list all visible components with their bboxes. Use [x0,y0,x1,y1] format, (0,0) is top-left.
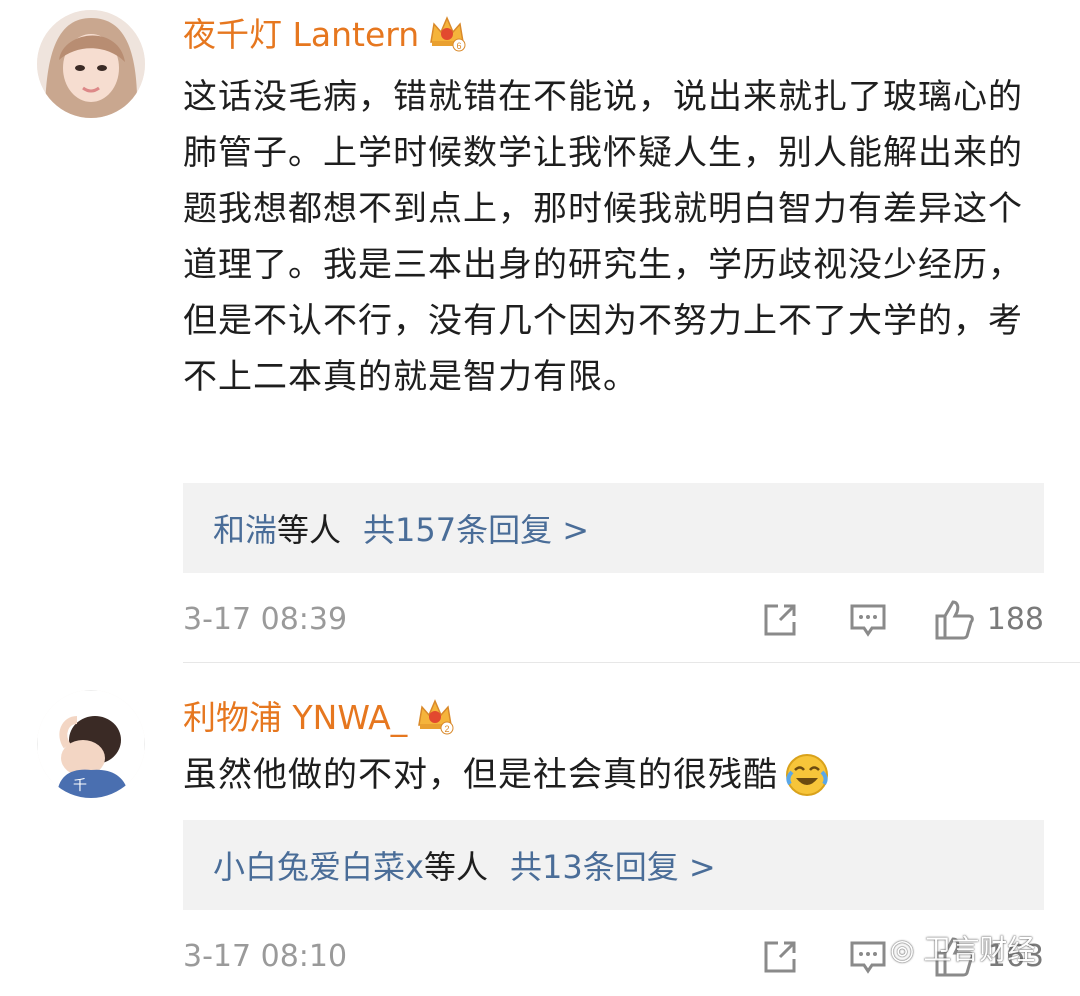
username[interactable]: 利物浦 YNWA_ [183,691,407,739]
reply-summary[interactable]: 和湍 等人 共157条回复 > [183,483,1044,573]
share-icon[interactable] [758,935,802,979]
reply-count-link[interactable]: 共157条回复 > [363,505,589,551]
svg-text:千: 千 [73,777,87,793]
username[interactable]: 夜千灯 Lantern [183,8,419,56]
laugh-cry-emoji-icon [784,752,830,798]
comment-icon[interactable] [846,598,890,642]
watermark: ◎ 卫言财经 [890,928,1035,968]
share-icon[interactable] [758,598,802,642]
username-row: 利物浦 YNWA_ 2 [183,693,455,737]
comment-text: 这话没毛病，错就错在不能说，说出来就扎了玻璃心的肺管子。上学时候数学让我怀疑人生… [183,77,1023,397]
crown-badge-icon: 6 [427,12,467,52]
watermark-text: 卫言财经 [923,933,1036,966]
reply-summary[interactable]: 小白兔爱白菜x 等人 共13条回复 > [183,820,1044,910]
like-icon[interactable] [933,598,977,642]
like-count: 188 [986,602,1044,637]
reply-count-link[interactable]: 共13条回复 > [510,842,716,888]
username-row: 夜千灯 Lantern 6 [183,10,467,54]
user-avatar[interactable] [37,10,145,118]
comment-meta: 3-17 08:39 188 [183,598,1044,648]
reply-users[interactable]: 和湍 [213,505,277,551]
badge-level: 6 [457,41,462,51]
reply-suffix: 等人 [423,848,488,886]
timestamp: 3-17 08:10 [183,939,348,974]
user-avatar[interactable]: 千 [37,690,145,798]
reply-suffix: 等人 [277,511,342,549]
comment-text: 虽然他做的不对，但是社会真的很残酷 [183,747,1033,803]
comment-1: 夜千灯 Lantern 6 这话没毛病，错就错在不能说，说出来就扎了玻璃心的肺管… [0,0,1080,662]
timestamp: 3-17 08:39 [183,602,348,637]
comment-text-body: 虽然他做的不对，但是社会真的很残酷 [183,755,778,795]
crown-badge-icon: 2 [415,695,455,735]
badge-level: 2 [445,724,450,734]
reply-users[interactable]: 小白兔爱白菜x [213,842,424,888]
comment-icon[interactable] [846,935,890,979]
wechat-icon: ◎ [890,933,915,966]
